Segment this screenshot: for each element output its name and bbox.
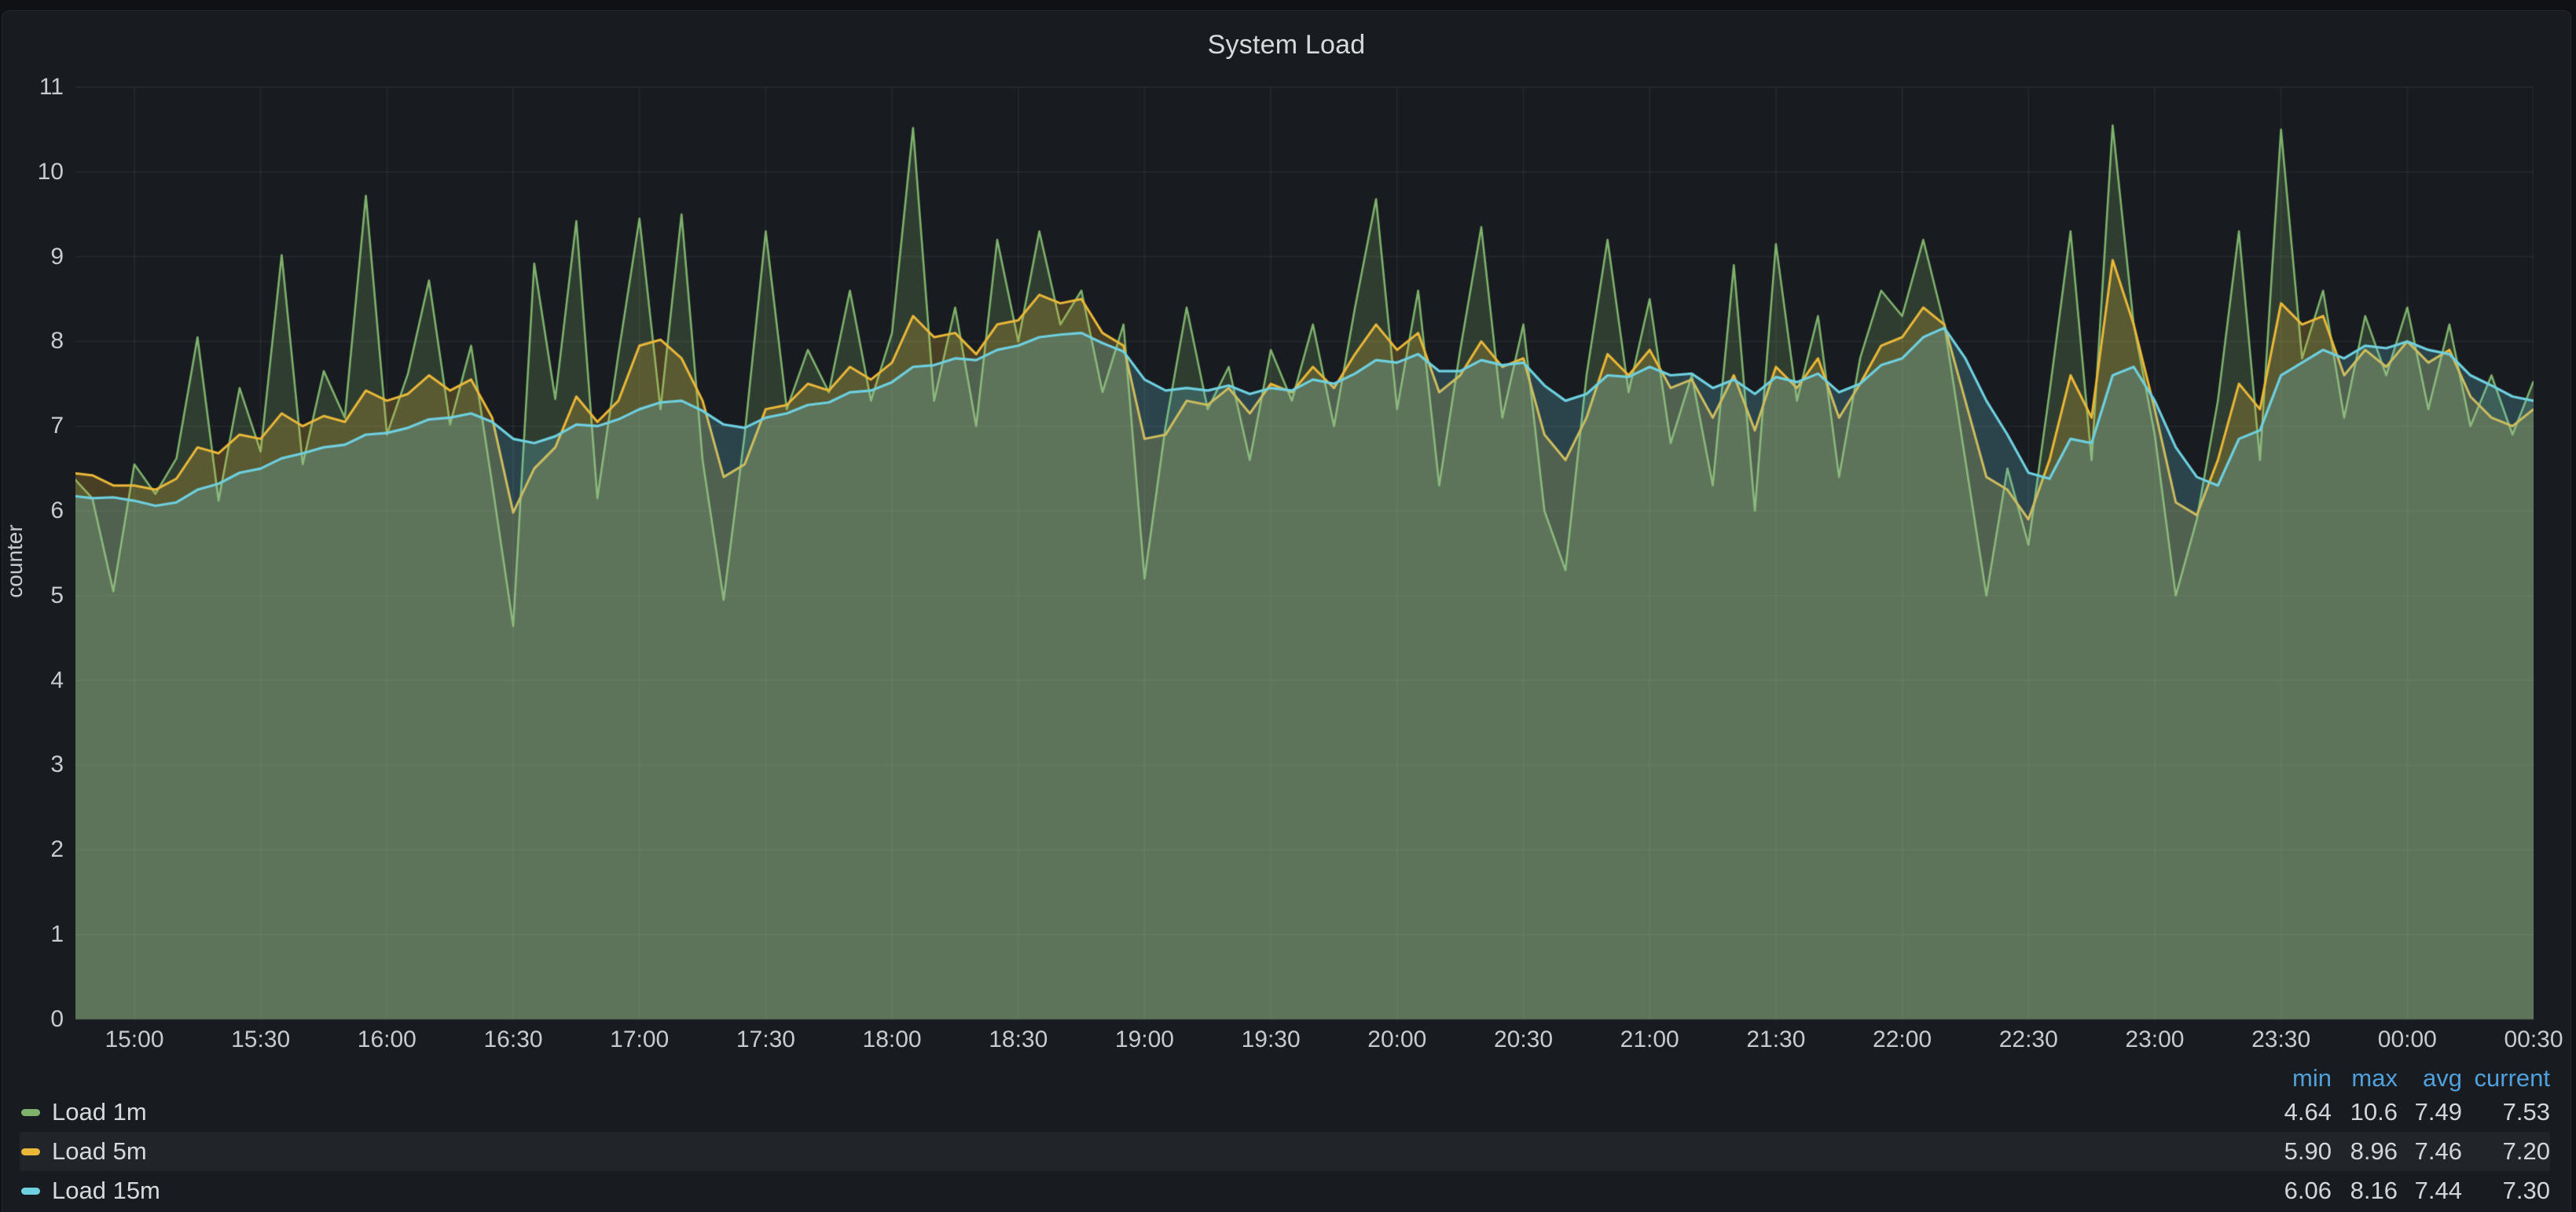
legend-stat-min: 6.06 xyxy=(2259,1177,2332,1205)
x-tick-label: 20:00 xyxy=(1342,1026,1452,1054)
x-tick-label: 22:30 xyxy=(1973,1026,2083,1054)
x-tick-label: 21:30 xyxy=(1721,1026,1831,1054)
legend-stat-max: 10.6 xyxy=(2332,1098,2398,1126)
x-tick-label: 18:30 xyxy=(963,1026,1073,1054)
y-tick-label: 0 xyxy=(2,1006,64,1033)
legend-row: Load 5m 5.908.967.467.20 xyxy=(20,1132,2550,1171)
legend-series-swatch-icon[interactable] xyxy=(21,1188,40,1195)
legend-stat-avg: 7.46 xyxy=(2398,1137,2462,1166)
legend-header-row: minmaxavgcurrent xyxy=(20,1064,2550,1093)
x-tick-label: 19:00 xyxy=(1089,1026,1199,1054)
legend-stat-header-avg[interactable]: avg xyxy=(2398,1064,2462,1093)
x-tick-label: 17:00 xyxy=(585,1026,695,1054)
y-tick-label: 1 xyxy=(2,921,64,948)
x-tick-label: 23:30 xyxy=(2226,1026,2336,1054)
x-tick-label: 23:00 xyxy=(2100,1026,2210,1054)
legend-stat-current: 7.53 xyxy=(2462,1098,2550,1126)
legend-stat-current: 7.30 xyxy=(2462,1177,2550,1205)
y-tick-label: 11 xyxy=(2,74,64,101)
legend-table: minmaxavgcurrent Load 1m 4.6410.67.497.53… xyxy=(20,1064,2550,1210)
panel-header: System Load xyxy=(2,11,2570,68)
y-tick-label: 8 xyxy=(2,328,64,354)
legend-stat-max: 8.96 xyxy=(2332,1137,2398,1166)
legend-stat-header-min[interactable]: min xyxy=(2259,1064,2332,1093)
y-tick-label: 5 xyxy=(2,582,64,609)
legend-row: Load 1m 4.6410.67.497.53 xyxy=(20,1093,2550,1132)
dashboard-page: System Load counter 01234567891011 15:00… xyxy=(0,0,2576,1212)
legend-row: Load 15m 6.068.167.447.30 xyxy=(20,1171,2550,1210)
x-tick-label: 22:00 xyxy=(1848,1026,1958,1054)
legend-stat-max: 8.16 xyxy=(2332,1177,2398,1205)
x-tick-label: 20:30 xyxy=(1469,1026,1579,1054)
x-tick-label: 18:00 xyxy=(837,1026,947,1054)
x-tick-label: 00:30 xyxy=(2479,1026,2576,1054)
y-tick-label: 10 xyxy=(2,159,64,185)
legend-stat-header-max[interactable]: max xyxy=(2332,1064,2398,1093)
x-tick-label: 16:30 xyxy=(458,1026,568,1054)
x-tick-label: 15:00 xyxy=(79,1026,189,1054)
legend-stat-avg: 7.49 xyxy=(2398,1098,2462,1126)
legend-stat-current: 7.20 xyxy=(2462,1137,2550,1166)
legend-series-label[interactable]: Load 5m xyxy=(52,1137,147,1166)
x-tick-label: 17:30 xyxy=(710,1026,820,1054)
y-tick-label: 4 xyxy=(2,667,64,694)
legend-series-label[interactable]: Load 15m xyxy=(52,1177,160,1205)
legend-series-swatch-icon[interactable] xyxy=(21,1109,40,1116)
panel-system-load: System Load counter 01234567891011 15:00… xyxy=(2,10,2571,1212)
panel-title[interactable]: System Load xyxy=(2,30,2570,61)
x-tick-label: 00:00 xyxy=(2352,1026,2462,1054)
y-tick-label: 3 xyxy=(2,751,64,778)
x-tick-label: 19:30 xyxy=(1216,1026,1326,1054)
legend-stat-avg: 7.44 xyxy=(2398,1177,2462,1205)
y-tick-label: 2 xyxy=(2,836,64,863)
x-tick-label: 21:00 xyxy=(1594,1026,1704,1054)
x-tick-label: 16:00 xyxy=(332,1026,442,1054)
legend-stat-header-current[interactable]: current xyxy=(2462,1064,2550,1093)
legend-stat-min: 4.64 xyxy=(2259,1098,2332,1126)
y-tick-label: 6 xyxy=(2,498,64,524)
legend-series-swatch-icon[interactable] xyxy=(21,1148,40,1155)
y-tick-label: 9 xyxy=(2,244,64,270)
y-tick-label: 7 xyxy=(2,413,64,439)
legend-stat-min: 5.90 xyxy=(2259,1137,2332,1166)
legend-series-label[interactable]: Load 1m xyxy=(52,1098,147,1126)
time-series-chart[interactable] xyxy=(75,79,2534,1023)
x-tick-label: 15:30 xyxy=(206,1026,316,1054)
